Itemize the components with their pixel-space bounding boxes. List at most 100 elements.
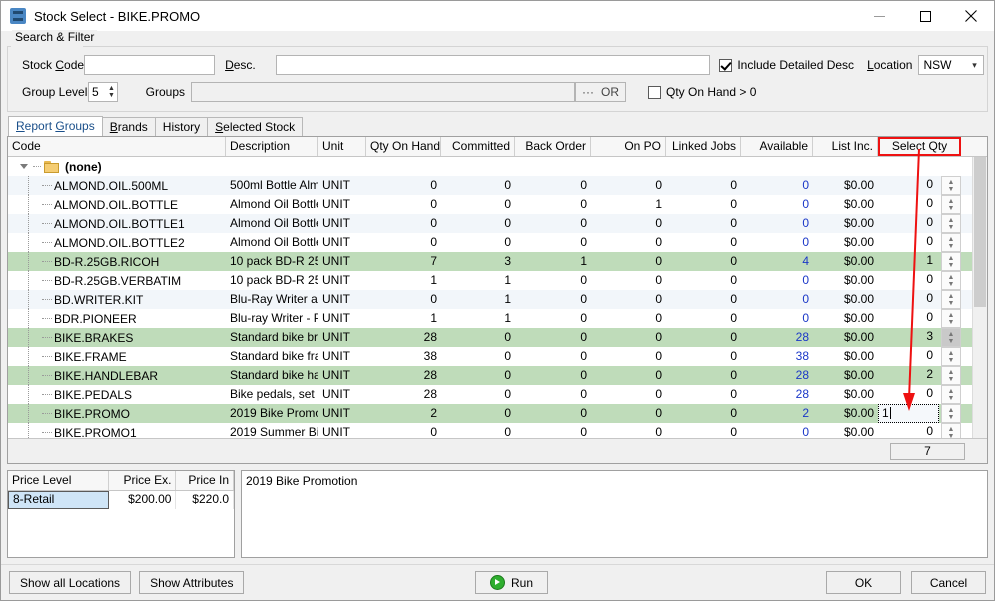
grid-column-header[interactable]: Back Order bbox=[515, 137, 591, 156]
location-select[interactable]: NSW ▾ bbox=[918, 55, 984, 75]
tab-report-groups[interactable]: Report Groups bbox=[8, 116, 103, 136]
tab-selected-stock[interactable]: Selected Stock bbox=[207, 117, 303, 136]
grid-column-header[interactable]: Unit bbox=[318, 137, 366, 156]
cell-select-qty[interactable]: 0▲▼ bbox=[878, 214, 961, 233]
cell-select-qty[interactable]: 0▲▼ bbox=[878, 423, 961, 438]
stepper-up-icon[interactable]: ▲ bbox=[948, 350, 955, 357]
stepper-up-icon[interactable]: ▲ bbox=[948, 236, 955, 243]
grid-vertical-scrollbar[interactable] bbox=[972, 157, 987, 438]
stepper-up-icon[interactable]: ▲ bbox=[948, 255, 955, 262]
select-qty-stepper[interactable]: ▲▼ bbox=[941, 233, 961, 252]
select-qty-value[interactable]: 0 bbox=[878, 290, 939, 309]
maximize-icon[interactable] bbox=[902, 1, 948, 31]
table-row[interactable]: BIKE.PROMO2019 Bike PromotiUNIT200002$0.… bbox=[8, 404, 987, 423]
cell-select-qty[interactable]: 1▲▼ bbox=[878, 252, 961, 271]
select-qty-stepper[interactable]: ▲▼ bbox=[941, 423, 961, 438]
cell-select-qty[interactable]: 0▲▼ bbox=[878, 290, 961, 309]
stepper-down-icon[interactable]: ▼ bbox=[948, 243, 955, 250]
table-row[interactable]: ALMOND.OIL.BOTTLE2Almond Oil BottleUNIT0… bbox=[8, 233, 987, 252]
select-qty-stepper[interactable]: ▲▼ bbox=[941, 366, 961, 385]
stepper-up-icon[interactable]: ▲ bbox=[948, 312, 955, 319]
grid-column-header[interactable]: List Inc. bbox=[813, 137, 878, 156]
select-qty-stepper[interactable]: ▲▼ bbox=[941, 176, 961, 195]
minimize-icon[interactable] bbox=[856, 1, 902, 31]
close-icon[interactable] bbox=[948, 1, 994, 31]
select-qty-stepper[interactable]: ▲▼ bbox=[941, 347, 961, 366]
select-qty-stepper[interactable]: ▲▼ bbox=[941, 309, 961, 328]
select-qty-value[interactable]: 0 bbox=[878, 214, 939, 233]
grid-column-header[interactable]: Select Qty bbox=[878, 137, 961, 156]
stepper-down-icon[interactable]: ▼ bbox=[948, 395, 955, 402]
stepper-up-icon[interactable]: ▲ bbox=[948, 407, 955, 414]
qty-on-hand-checkbox[interactable]: Qty On Hand > 0 bbox=[648, 85, 756, 99]
cell-select-qty[interactable]: 0▲▼ bbox=[878, 233, 961, 252]
grid-group-row[interactable]: (none) bbox=[8, 157, 987, 176]
grid-column-header[interactable]: Linked Jobs bbox=[666, 137, 741, 156]
table-row[interactable]: ALMOND.OIL.500ML500ml Bottle AlmoUNIT000… bbox=[8, 176, 987, 195]
cell-select-qty[interactable]: 0▲▼ bbox=[878, 309, 961, 328]
cell-select-qty[interactable]: 2▲▼ bbox=[878, 366, 961, 385]
table-row[interactable]: BIKE.PEDALSBike pedals, set ofUNIT280000… bbox=[8, 385, 987, 404]
scrollbar-thumb[interactable] bbox=[974, 157, 986, 307]
stepper-down-icon[interactable]: ▼ bbox=[948, 262, 955, 269]
include-detailed-desc-checkbox[interactable]: Include Detailed Desc bbox=[719, 58, 854, 72]
desc-input[interactable] bbox=[276, 55, 711, 75]
stock-code-input[interactable] bbox=[84, 55, 215, 75]
expand-collapse-icon[interactable] bbox=[20, 164, 28, 169]
cancel-button[interactable]: Cancel bbox=[911, 571, 986, 594]
stepper-down-icon[interactable]: ▼ bbox=[948, 186, 955, 193]
cell-select-qty[interactable]: 0▲▼ bbox=[878, 271, 961, 290]
show-all-locations-button[interactable]: Show all Locations bbox=[9, 571, 131, 594]
table-row[interactable]: BIKE.PROMO12019 Summer BikeUNIT000000$0.… bbox=[8, 423, 987, 438]
cell-select-qty[interactable]: 0▲▼ bbox=[878, 195, 961, 214]
stepper-down-icon[interactable]: ▼ bbox=[948, 319, 955, 326]
select-qty-value[interactable]: 0 bbox=[878, 271, 939, 290]
select-qty-value[interactable]: 0 bbox=[878, 233, 939, 252]
select-qty-stepper[interactable]: ▲▼ bbox=[941, 404, 961, 423]
table-row[interactable]: BIKE.HANDLEBARStandard bike hanUNIT28000… bbox=[8, 366, 987, 385]
grid-column-header[interactable]: On PO bbox=[591, 137, 666, 156]
stepper-up-icon[interactable]: ▲ bbox=[948, 179, 955, 186]
select-qty-input-active[interactable]: 1 bbox=[878, 404, 939, 423]
grid-column-header[interactable]: Description bbox=[226, 137, 318, 156]
table-row[interactable]: BIKE.BRAKESStandard bike bralUNIT2800002… bbox=[8, 328, 987, 347]
select-qty-value[interactable]: 1 bbox=[878, 252, 939, 271]
select-qty-value[interactable]: 3 bbox=[878, 328, 939, 347]
stepper-down-icon[interactable]: ▼ bbox=[948, 281, 955, 288]
select-qty-value[interactable]: 0 bbox=[878, 176, 939, 195]
cell-select-qty[interactable]: 0▲▼ bbox=[878, 176, 961, 195]
stepper-up-icon[interactable]: ▲ bbox=[948, 198, 955, 205]
table-row[interactable]: BDR.PIONEERBlu-ray Writer - PiUNIT110000… bbox=[8, 309, 987, 328]
stepper-down-icon[interactable]: ▼ bbox=[948, 433, 955, 439]
select-qty-value[interactable]: 0 bbox=[878, 423, 939, 438]
table-row[interactable]: ALMOND.OIL.BOTTLE1Almond Oil BottleUNIT0… bbox=[8, 214, 987, 233]
stepper-up-icon[interactable]: ▲ bbox=[948, 293, 955, 300]
stepper-down-icon[interactable]: ▼ bbox=[948, 300, 955, 307]
select-qty-stepper[interactable]: ▲▼ bbox=[941, 271, 961, 290]
stepper-up-icon[interactable]: ▲ bbox=[948, 426, 955, 433]
table-row[interactable]: BD-R.25GB.RICOH10 pack BD-R 25GUNIT73100… bbox=[8, 252, 987, 271]
show-attributes-button[interactable]: Show Attributes bbox=[139, 571, 244, 594]
stepper-up-icon[interactable]: ▲ bbox=[948, 369, 955, 376]
select-qty-value[interactable]: 2 bbox=[878, 366, 939, 385]
select-qty-value[interactable]: 0 bbox=[878, 347, 939, 366]
stepper-down-icon[interactable]: ▼ bbox=[948, 357, 955, 364]
tab-brands[interactable]: Brands bbox=[102, 117, 156, 136]
stepper-down-icon[interactable]: ▼ bbox=[948, 205, 955, 212]
cell-select-qty[interactable]: 0▲▼ bbox=[878, 347, 961, 366]
groups-input[interactable] bbox=[191, 82, 575, 102]
table-row[interactable]: ALMOND.OIL.BOTTLEAlmond Oil BottleUNIT00… bbox=[8, 195, 987, 214]
select-qty-stepper[interactable]: ▲▼ bbox=[941, 252, 961, 271]
select-qty-stepper[interactable]: ▲▼ bbox=[941, 214, 961, 233]
stepper-up-icon[interactable]: ▲ bbox=[948, 274, 955, 281]
ok-button[interactable]: OK bbox=[826, 571, 901, 594]
cell-select-qty[interactable]: 0▲▼ bbox=[878, 385, 961, 404]
stepper-down-icon[interactable]: ▼ bbox=[948, 338, 955, 345]
stepper-up-icon[interactable]: ▲ bbox=[948, 217, 955, 224]
tab-history[interactable]: History bbox=[155, 117, 208, 136]
select-qty-stepper[interactable]: ▲▼ bbox=[941, 195, 961, 214]
select-qty-stepper[interactable]: ▲▼ bbox=[941, 328, 961, 347]
table-row[interactable]: BD.WRITER.KITBlu-Ray Writer anUNIT010000… bbox=[8, 290, 987, 309]
select-qty-stepper[interactable]: ▲▼ bbox=[941, 290, 961, 309]
grid-column-header[interactable]: Available bbox=[741, 137, 813, 156]
